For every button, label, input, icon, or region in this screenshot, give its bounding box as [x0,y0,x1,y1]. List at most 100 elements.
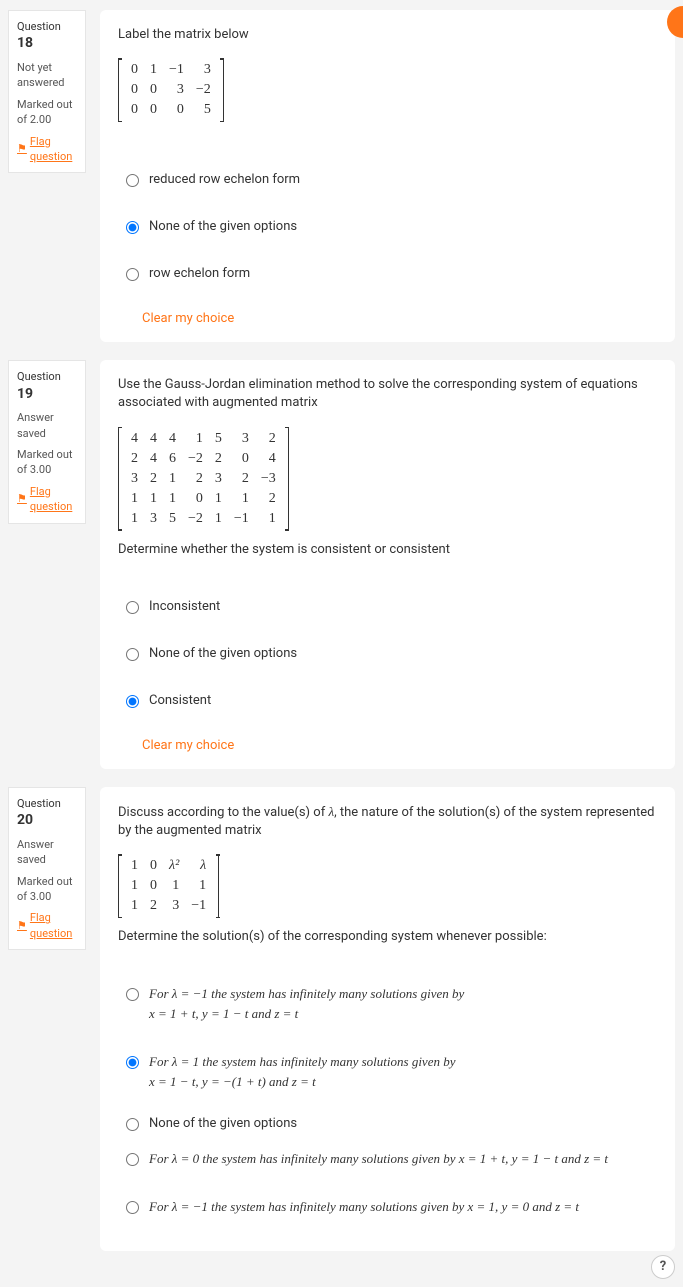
option-20b[interactable]: For λ = 1 the system has infinitely many… [118,1042,657,1110]
flag-question-link[interactable]: ⚑Flag question [17,484,77,515]
options-18: reduced row echelon form None of the giv… [118,160,657,301]
radio-19b[interactable] [126,648,139,661]
m20-c: 0 [144,856,163,876]
prompt-a: Discuss according to the value(s) of [118,805,328,820]
m20-c: 1 [125,896,144,916]
m19-c: 4 [144,429,163,449]
info-panel-19: Question 19 Answer saved Marked out of 3… [8,360,86,523]
option-18a[interactable]: reduced row echelon form [118,160,657,207]
question-marks: Marked out of 2.00 [17,97,77,128]
flag-icon: ⚑ [17,918,27,933]
m19-c: −2 [182,449,209,469]
m20-c: 0 [144,876,163,896]
radio-18c[interactable] [126,268,139,281]
question-19: Question 19 Answer saved Marked out of 3… [8,360,675,769]
question-20: Question 20 Answer saved Marked out of 3… [8,787,675,1252]
option-label: For λ = 0 the system has infinitely many… [149,1151,649,1167]
flag-icon: ⚑ [17,491,27,506]
question-prefix: Question [17,370,61,383]
flag-question-link[interactable]: ⚑Flag question [17,910,77,941]
m19-c: −1 [228,509,255,529]
m18-c: 5 [190,100,217,120]
m19-c: 3 [209,469,228,489]
flag-label: Flag question [30,134,77,165]
question-text2: Determine whether the system is consiste… [118,541,657,559]
m19-c: 1 [182,429,209,449]
m19-c: 2 [144,469,163,489]
option-19c[interactable]: Consistent [118,681,657,728]
radio-18a[interactable] [126,174,139,187]
m18-c: 0 [125,100,144,120]
m19-c: 2 [228,469,255,489]
radio-18b[interactable] [126,221,139,234]
m20-c: 2 [144,896,163,916]
m18-c: 3 [163,80,190,100]
opt-math: x = 1 + t, y = 1 − t and z = t [149,1006,649,1022]
m19-c: 1 [163,489,182,509]
m18-c: 0 [163,100,190,120]
option-19b[interactable]: None of the given options [118,634,657,681]
option-label: row echelon form [149,266,649,281]
flag-icon: ⚑ [17,141,27,156]
m19-c: 6 [163,449,182,469]
m19-c: 4 [144,449,163,469]
m19-c: 2 [209,449,228,469]
radio-20b[interactable] [126,1056,139,1069]
radio-20c[interactable] [126,1118,139,1131]
option-20a[interactable]: For λ = −1 the system has infinitely man… [118,974,657,1042]
m19-c: 1 [228,489,255,509]
question-number: 20 [17,812,33,828]
opt-text: For λ = 1 the system has infinitely many… [149,1054,456,1069]
m19-c: 1 [255,509,282,529]
m18-c: 3 [190,60,217,80]
m19-c: 2 [182,469,209,489]
opt-text: For λ = −1 the system has infinitely man… [149,986,464,1001]
m19-c: 5 [209,429,228,449]
m20-c: λ [185,856,212,876]
question-text: Use the Gauss-Jordan elimination method … [118,376,657,412]
info-panel-20: Question 20 Answer saved Marked out of 3… [8,787,86,950]
option-label: For λ = −1 the system has infinitely man… [149,1199,649,1215]
option-20c[interactable]: None of the given options [118,1110,657,1139]
m20-c: 1 [163,876,185,896]
question-number: 18 [17,35,33,51]
m19-c: 1 [209,509,228,529]
question-status: Answer saved [17,410,77,441]
m19-c: 5 [163,509,182,529]
m20-c: −1 [185,896,212,916]
m19-c: 2 [125,449,144,469]
page: Question 18 Not yet answered Marked out … [8,10,675,1251]
clear-choice-18[interactable]: Clear my choice [142,311,234,326]
flag-question-link[interactable]: ⚑Flag question [17,134,77,165]
option-label: For λ = 1 the system has infinitely many… [149,1054,649,1090]
m19-c: 3 [228,429,255,449]
option-18c[interactable]: row echelon form [118,254,657,301]
options-19: Inconsistent None of the given options C… [118,587,657,728]
option-label: reduced row echelon form [149,172,649,187]
content-panel-19: Use the Gauss-Jordan elimination method … [100,360,675,769]
option-20e[interactable]: For λ = −1 the system has infinitely man… [118,1187,657,1235]
question-marks: Marked out of 3.00 [17,874,77,905]
clear-choice-19[interactable]: Clear my choice [142,738,234,753]
matrix-19: 4441532 246−2204 321232−3 1110112 135−21… [118,427,289,531]
question-prefix: Question [17,797,61,810]
m19-c: −3 [255,469,282,489]
radio-20a[interactable] [126,988,139,1001]
m18-c: −1 [163,60,190,80]
option-label: None of the given options [149,1116,649,1131]
radio-19a[interactable] [126,601,139,614]
option-20d[interactable]: For λ = 0 the system has infinitely many… [118,1139,657,1187]
radio-19c[interactable] [126,695,139,708]
radio-20d[interactable] [126,1153,139,1166]
option-19a[interactable]: Inconsistent [118,587,657,634]
m20-c: 1 [185,876,212,896]
help-button[interactable]: ? [651,1255,675,1279]
option-label: For λ = −1 the system has infinitely man… [149,986,649,1022]
radio-20e[interactable] [126,1201,139,1214]
opt-math: x = 1 − t, y = −(1 + t) and z = t [149,1074,649,1090]
m19-c: 2 [255,489,282,509]
m19-c: 0 [182,489,209,509]
m18-c: 0 [125,80,144,100]
option-18b[interactable]: None of the given options [118,207,657,254]
m19-c: 1 [125,509,144,529]
